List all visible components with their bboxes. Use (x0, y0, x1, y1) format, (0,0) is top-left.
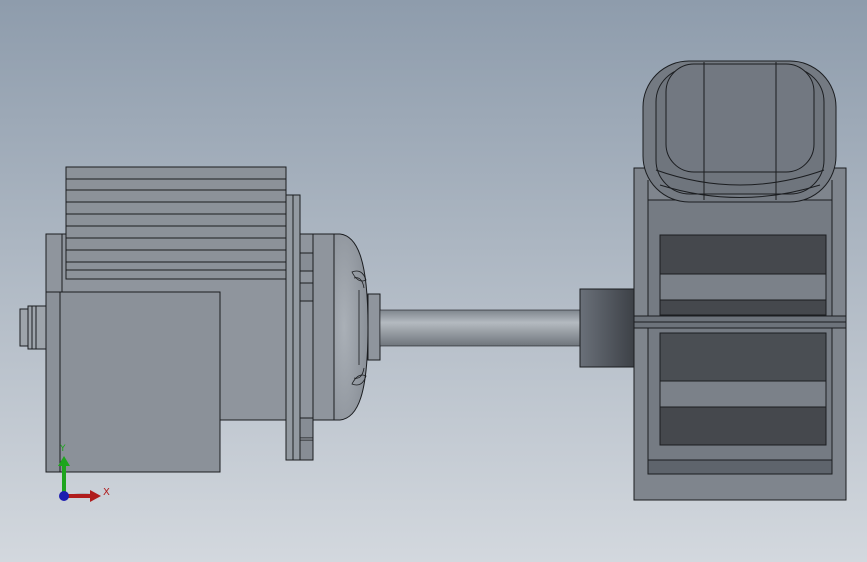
triad-x-label: X (103, 487, 110, 498)
terminal-box[interactable] (45, 291, 221, 473)
lower-vent[interactable] (659, 332, 827, 446)
drive-shaft[interactable] (379, 309, 581, 347)
graphics-viewport[interactable]: X Y (0, 0, 867, 562)
blower-hub[interactable] (579, 288, 635, 368)
model-canvas[interactable] (0, 0, 867, 562)
center-band[interactable] (633, 315, 847, 329)
upper-vent[interactable] (659, 234, 827, 316)
cooling-fins[interactable] (65, 166, 287, 280)
rear-shaft-stub[interactable] (19, 305, 47, 350)
triad-y-label: Y (60, 444, 66, 454)
blower-top-cover[interactable] (642, 60, 837, 203)
triad-z-axis (59, 491, 69, 501)
motor-flange[interactable] (285, 194, 335, 461)
